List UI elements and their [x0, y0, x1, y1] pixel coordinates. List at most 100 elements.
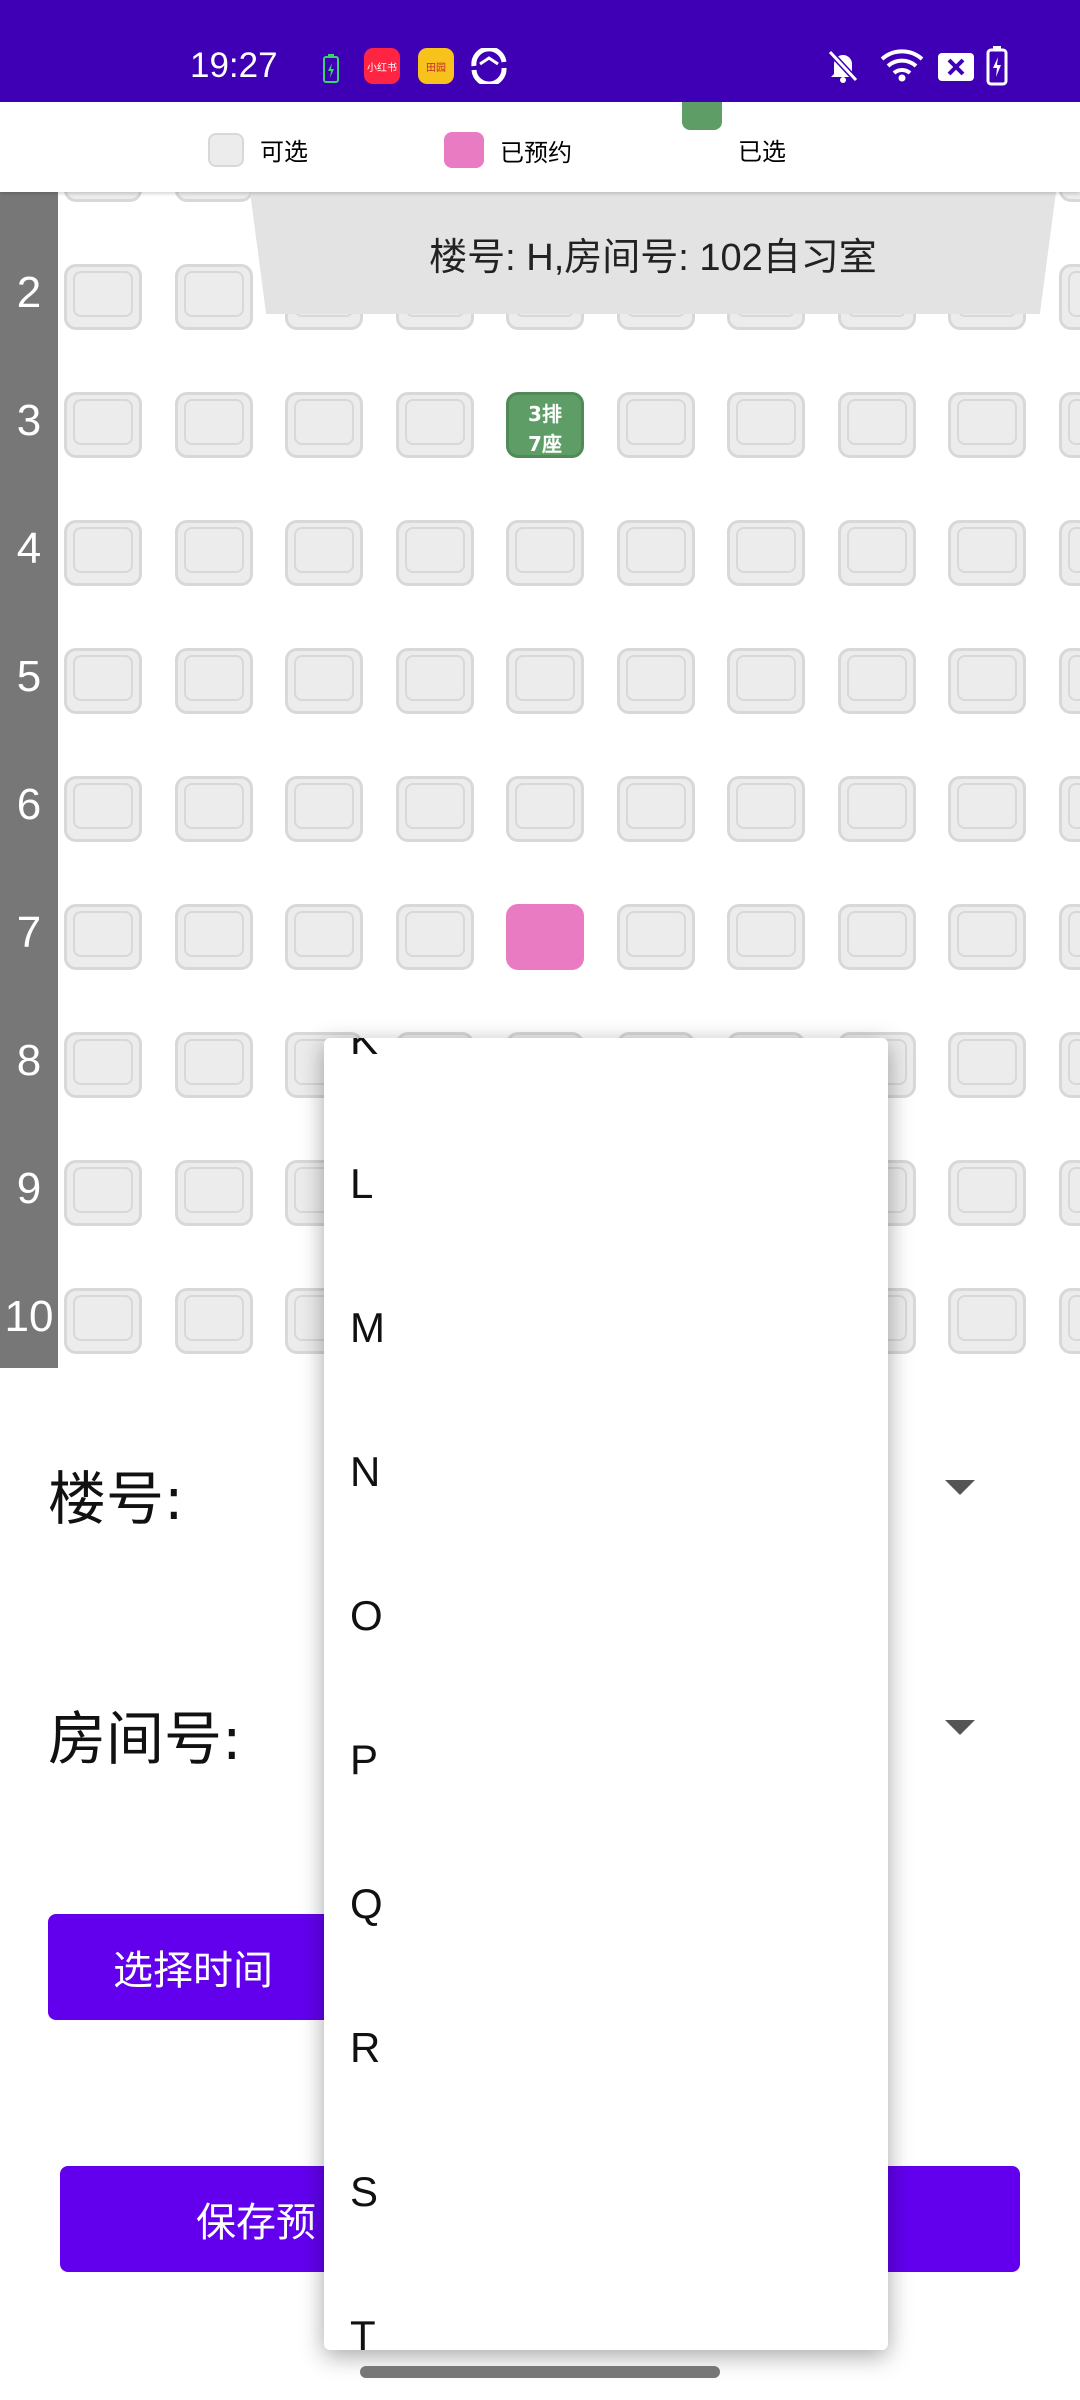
seat[interactable] — [285, 392, 363, 458]
seat[interactable] — [174, 264, 253, 330]
seat[interactable] — [395, 776, 474, 842]
dropdown-option[interactable]: Q — [350, 1880, 383, 1928]
select-time-button[interactable]: 选择时间 — [48, 1914, 338, 2020]
seat[interactable] — [64, 392, 142, 458]
seat[interactable] — [506, 648, 584, 714]
seat[interactable] — [837, 392, 916, 458]
seat[interactable] — [616, 520, 695, 586]
seat[interactable] — [948, 1288, 1026, 1354]
save-button-label: 保存预 — [196, 2200, 316, 2246]
legend-available-swatch — [208, 132, 244, 167]
legend-selected-swatch — [682, 102, 722, 130]
seat[interactable] — [64, 1032, 142, 1098]
seat[interactable] — [64, 904, 142, 970]
seat[interactable] — [285, 648, 363, 714]
seat[interactable] — [1058, 192, 1080, 202]
seat[interactable] — [1058, 392, 1080, 458]
legend-available-label: 可选 — [260, 138, 308, 166]
seat[interactable] — [395, 904, 474, 970]
seat[interactable] — [64, 264, 142, 330]
dropdown-option[interactable]: N — [350, 1448, 380, 1496]
seat[interactable] — [948, 904, 1026, 970]
dropdown-option[interactable]: L — [350, 1160, 373, 1208]
dropdown-option[interactable]: T — [350, 2312, 376, 2350]
seat[interactable] — [948, 776, 1026, 842]
seat[interactable] — [285, 520, 363, 586]
sim-x-icon — [938, 53, 974, 81]
dropdown-option[interactable]: R — [350, 2024, 380, 2072]
seat[interactable] — [174, 776, 253, 842]
selected-seat[interactable]: 3排 7座 — [506, 392, 584, 458]
seat[interactable] — [1058, 1160, 1080, 1226]
seat[interactable] — [1058, 776, 1080, 842]
seat[interactable] — [727, 776, 805, 842]
seat[interactable] — [837, 776, 916, 842]
seat[interactable] — [506, 776, 584, 842]
legend-booked: 已预约 — [444, 132, 572, 168]
seat[interactable] — [174, 904, 253, 970]
booked-seat[interactable] — [506, 904, 584, 970]
seat[interactable] — [727, 904, 805, 970]
seat[interactable] — [616, 392, 695, 458]
building-label: 楼号: — [48, 1465, 184, 1533]
dropdown-option[interactable]: M — [350, 1304, 385, 1352]
seat[interactable] — [1058, 648, 1080, 714]
wifi-icon — [880, 49, 924, 82]
home-indicator[interactable] — [360, 2366, 720, 2378]
seat[interactable] — [948, 392, 1026, 458]
seat[interactable] — [64, 1160, 142, 1226]
seat[interactable] — [727, 520, 805, 586]
seat[interactable] — [506, 520, 584, 586]
seat-legend: 可选 已预约 已选 — [0, 102, 1080, 192]
seat[interactable] — [727, 648, 805, 714]
seat[interactable] — [948, 1160, 1026, 1226]
seat[interactable] — [285, 776, 363, 842]
seat[interactable] — [616, 648, 695, 714]
seat[interactable] — [1058, 1288, 1080, 1354]
seat[interactable] — [616, 776, 695, 842]
seat[interactable] — [1058, 1032, 1080, 1098]
seat[interactable] — [395, 392, 474, 458]
seat[interactable] — [837, 904, 916, 970]
seat[interactable] — [64, 192, 142, 202]
seat[interactable] — [64, 520, 142, 586]
seat[interactable] — [174, 392, 253, 458]
seat[interactable] — [174, 648, 253, 714]
seat[interactable] — [285, 904, 363, 970]
seat[interactable] — [837, 520, 916, 586]
row-number: 7 — [16, 908, 42, 957]
seat[interactable] — [174, 1160, 253, 1226]
building-dropdown-list[interactable]: K L M N O P Q R S T — [324, 1038, 888, 2350]
seat[interactable] — [1058, 520, 1080, 586]
seat[interactable] — [64, 1288, 142, 1354]
seat[interactable] — [395, 520, 474, 586]
building-dropdown-arrow-icon[interactable] — [945, 1480, 975, 1495]
status-time: 19:27 — [190, 46, 278, 85]
row-number: 3 — [16, 396, 42, 445]
seat[interactable] — [1058, 264, 1080, 330]
dropdown-option[interactable]: P — [350, 1736, 378, 1784]
seat[interactable] — [948, 520, 1026, 586]
dropdown-option[interactable]: K — [350, 1038, 378, 1064]
seat[interactable] — [616, 904, 695, 970]
seat[interactable] — [64, 648, 142, 714]
seat[interactable] — [174, 1288, 253, 1354]
tianmao-app-icon: 田园 — [418, 48, 454, 84]
row-number: 9 — [16, 1164, 42, 1213]
seat[interactable] — [174, 1032, 253, 1098]
seat[interactable] — [395, 648, 474, 714]
dropdown-option[interactable]: S — [350, 2168, 378, 2216]
seat[interactable] — [1058, 904, 1080, 970]
dropdown-option[interactable]: O — [350, 1592, 383, 1640]
room-dropdown-arrow-icon[interactable] — [945, 1720, 975, 1735]
seat[interactable] — [837, 648, 916, 714]
seat[interactable] — [727, 392, 805, 458]
seat[interactable] — [64, 776, 142, 842]
bell-off-icon — [827, 49, 859, 83]
row-number: 10 — [4, 1292, 54, 1341]
seat[interactable] — [174, 520, 253, 586]
seat[interactable] — [174, 192, 253, 202]
seat[interactable] — [948, 648, 1026, 714]
seat[interactable] — [948, 1032, 1026, 1098]
room-banner: 楼号: H,房间号: 102自习室 — [250, 192, 1056, 314]
